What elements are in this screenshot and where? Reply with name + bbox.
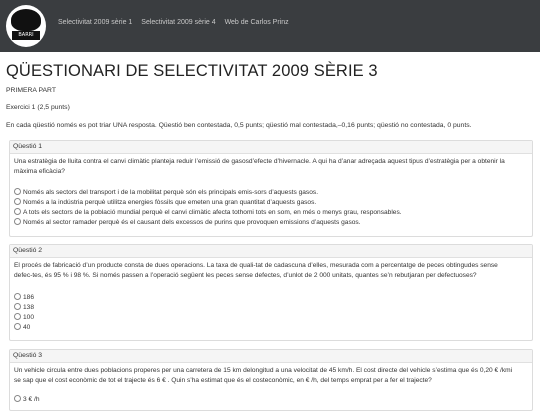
question-label: Qüestió 2 xyxy=(10,245,532,258)
option-3[interactable]: 100 xyxy=(14,313,528,323)
option-1[interactable]: 186 xyxy=(14,293,528,303)
radio-icon[interactable] xyxy=(14,293,21,301)
radio-icon[interactable] xyxy=(14,208,21,216)
question-card-1: Qüestió 1 Una estratègia de lluita contr… xyxy=(9,140,533,237)
radio-icon[interactable] xyxy=(14,313,21,321)
question-text: El procés de fabricació d’un producte co… xyxy=(10,258,532,281)
option-label: A tots els sectors de la població mundia… xyxy=(23,209,402,216)
option-4[interactable]: Només al sector ramader perquè és el cau… xyxy=(14,218,528,228)
option-label: Només als sectors del transport i de la … xyxy=(23,189,319,196)
option-label: 138 xyxy=(23,304,35,311)
option-4[interactable]: 40 xyxy=(14,323,528,333)
nav-link-serie-1[interactable]: Selectivitat 2009 sèrie 1 xyxy=(58,19,132,26)
instructions-text: En cada qüestió només es pot triar UNA r… xyxy=(6,122,472,129)
option-2[interactable]: Només a la indústria perquè utilitza ene… xyxy=(14,198,528,208)
radio-icon[interactable] xyxy=(14,198,21,206)
option-label: 3 € /h xyxy=(23,396,40,403)
question-text-line: Un vehicle circula entre dues poblacions… xyxy=(14,367,513,374)
radio-icon[interactable] xyxy=(14,188,21,196)
option-label: 186 xyxy=(23,294,35,301)
site-logo[interactable]: BARRI TOTS xyxy=(6,5,46,47)
nav-link-serie-4[interactable]: Selectivitat 2009 sèrie 4 xyxy=(141,19,215,26)
radio-icon[interactable] xyxy=(14,323,21,331)
top-navbar: BARRI TOTS Selectivitat 2009 sèrie 1 Sel… xyxy=(0,0,540,52)
radio-icon[interactable] xyxy=(14,218,21,226)
question-card-2: Qüestió 2 El procés de fabricació d’un p… xyxy=(9,244,533,341)
option-label: Només a la indústria perquè utilitza ene… xyxy=(23,199,317,206)
option-label: 100 xyxy=(23,314,35,321)
option-3[interactable]: A tots els sectors de la població mundia… xyxy=(14,208,528,218)
top-nav: Selectivitat 2009 sèrie 1 Selectivitat 2… xyxy=(58,19,296,26)
question-label: Qüestió 3 xyxy=(10,350,532,363)
options-list: 3 € /h xyxy=(10,386,532,405)
question-text-line: Una estratègia de lluita contra el canvi… xyxy=(14,158,505,165)
options-list: Només als sectors del transport i de la … xyxy=(10,177,532,228)
question-text-line: El procés de fabricació d’un producte co… xyxy=(14,262,498,269)
page-title: QÜESTIONARI DE SELECTIVITAT 2009 SÈRIE 3 xyxy=(6,62,378,80)
question-label: Qüestió 1 xyxy=(10,141,532,154)
question-text: Una estratègia de lluita contra el canvi… xyxy=(10,154,532,177)
option-label: Només al sector ramader perquè és el cau… xyxy=(23,219,361,226)
exercise-label: Exercici 1 (2,5 punts) xyxy=(6,104,70,111)
question-text-line: màxima eficàcia? xyxy=(14,168,65,175)
option-1[interactable]: 3 € /h xyxy=(14,395,528,405)
question-text-line: se sap que el cost econòmic de tot el tr… xyxy=(14,377,432,384)
options-list: 186 138 100 40 xyxy=(10,281,532,333)
question-text: Un vehicle circula entre dues poblacions… xyxy=(10,363,532,386)
logo-text: BARRI TOTS xyxy=(12,31,40,47)
option-1[interactable]: Només als sectors del transport i de la … xyxy=(14,188,528,198)
radio-icon[interactable] xyxy=(14,303,21,311)
part-label: PRIMERA PART xyxy=(6,87,56,94)
option-label: 40 xyxy=(23,324,31,331)
radio-icon[interactable] xyxy=(14,395,21,403)
option-2[interactable]: 138 xyxy=(14,303,528,313)
question-text-line: defec-tes, és 95 % i 98 %. Si només pass… xyxy=(14,272,477,279)
nav-link-carlos-prinz[interactable]: Web de Carlos Prinz xyxy=(225,19,289,26)
question-card-3: Qüestió 3 Un vehicle circula entre dues … xyxy=(9,349,533,411)
